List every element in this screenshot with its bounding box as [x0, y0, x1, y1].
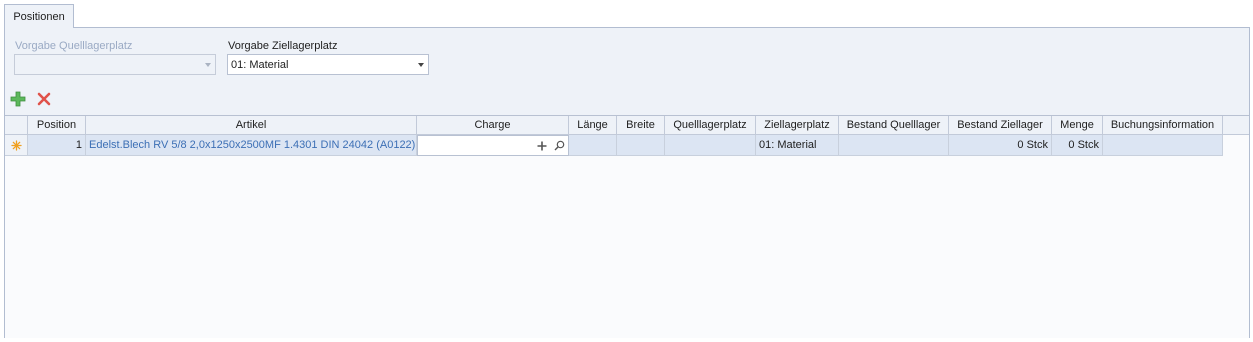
cell-menge[interactable]: 0 Stck — [1052, 135, 1103, 156]
header-label: Artikel — [235, 119, 267, 131]
column-header-filler — [1223, 116, 1249, 135]
header-label: Ziellagerplatz — [764, 119, 830, 131]
new-row-icon — [10, 139, 22, 151]
column-header-buchungsinformation[interactable]: Buchungsinformation — [1103, 116, 1223, 135]
cell-bestand-quelllager[interactable] — [839, 135, 949, 156]
tab-positionen[interactable]: Positionen — [4, 4, 74, 28]
column-header-quelllagerplatz[interactable]: Quelllagerplatz — [665, 116, 756, 135]
header-label: Bestand Quelllager — [846, 119, 941, 131]
close-icon — [37, 92, 51, 106]
header-label: Breite — [626, 119, 655, 131]
row-indicator — [5, 135, 28, 156]
delete-position-button[interactable] — [35, 90, 53, 108]
positions-grid: Position Artikel Charge Länge Breite Que… — [5, 115, 1249, 338]
header-label: Charge — [474, 119, 511, 131]
cell-position[interactable]: 1 — [28, 135, 86, 156]
target-location-label: Vorgabe Ziellagerplatz — [228, 40, 338, 52]
plus-icon — [537, 141, 547, 150]
header-label: Position — [36, 119, 77, 131]
header-label: Länge — [577, 119, 608, 131]
add-charge-button[interactable] — [534, 141, 550, 151]
column-header-laenge[interactable]: Länge — [569, 116, 617, 135]
header-label: Buchungsinformation — [1110, 119, 1215, 131]
tab-label: Positionen — [13, 10, 65, 23]
cell-artikel-link[interactable]: Edelst.Blech RV 5/8 2,0x1250x2500MF 1.43… — [86, 135, 417, 156]
chevron-down-icon — [205, 63, 211, 67]
source-location-combo[interactable] — [14, 54, 216, 75]
positionen-panel: Vorgabe Quelllagerplatz Vorgabe Ziellage… — [4, 27, 1250, 338]
chevron-down-icon — [418, 63, 424, 67]
cell-bestand-ziellager[interactable]: 0 Stck — [949, 135, 1052, 156]
column-header-charge[interactable]: Charge — [417, 116, 569, 135]
column-header-artikel[interactable]: Artikel — [86, 116, 417, 135]
add-position-button[interactable] — [9, 90, 27, 108]
cell-quelllagerplatz[interactable] — [665, 135, 756, 156]
column-header-position[interactable]: Position — [28, 116, 86, 135]
target-location-value: 01: Material — [231, 58, 289, 71]
column-header-breite[interactable]: Breite — [617, 116, 665, 135]
row-indicator-header — [5, 116, 28, 135]
column-header-bestand-quelllager[interactable]: Bestand Quelllager — [839, 116, 949, 135]
search-charge-button[interactable] — [550, 140, 568, 151]
source-location-label: Vorgabe Quelllagerplatz — [15, 40, 133, 52]
cell-buchungsinformation[interactable] — [1103, 135, 1223, 156]
search-icon — [554, 140, 564, 151]
cell-ziellagerplatz[interactable]: 01: Material — [756, 135, 839, 156]
header-label: Menge — [1060, 119, 1094, 131]
column-header-bestand-ziellager[interactable]: Bestand Ziellager — [949, 116, 1052, 135]
cell-breite[interactable] — [617, 135, 665, 156]
column-header-menge[interactable]: Menge — [1052, 116, 1103, 135]
header-label: Bestand Ziellager — [957, 119, 1043, 131]
plus-icon — [10, 91, 26, 107]
charge-editor[interactable] — [417, 135, 569, 156]
cell-laenge[interactable] — [569, 135, 617, 156]
column-header-ziellagerplatz[interactable]: Ziellagerplatz — [756, 116, 839, 135]
target-location-combo[interactable]: 01: Material — [227, 54, 429, 75]
header-label: Quelllagerplatz — [673, 119, 747, 131]
